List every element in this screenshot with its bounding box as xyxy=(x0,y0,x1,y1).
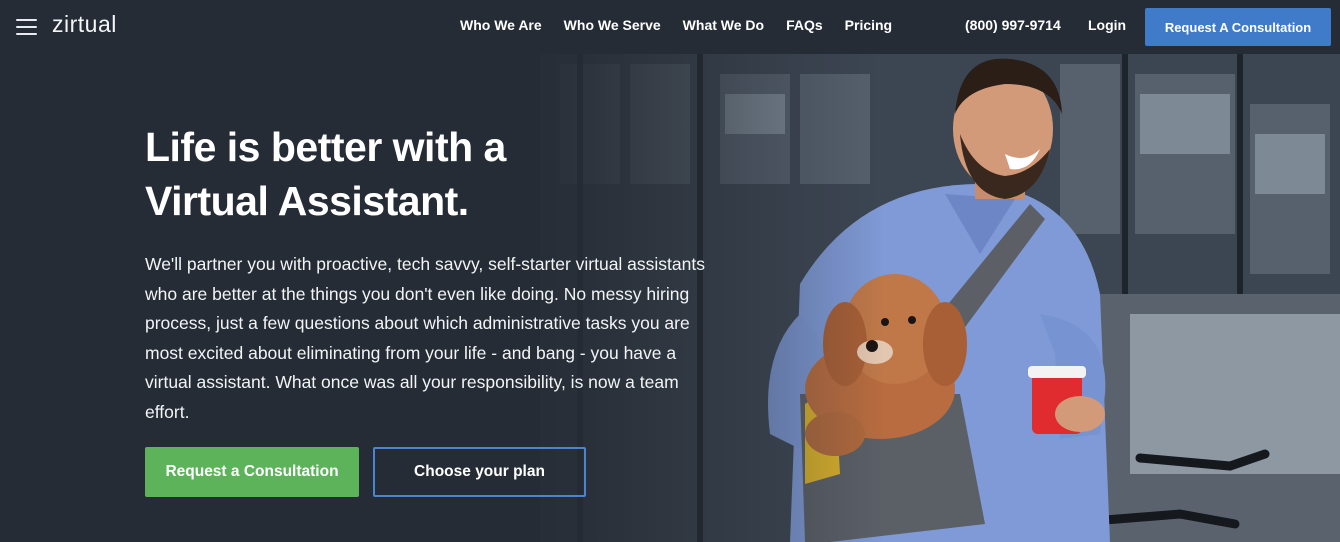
nav-link-faqs[interactable]: FAQs xyxy=(786,17,823,33)
zirtual-logo[interactable]: zirtual xyxy=(52,11,117,38)
request-consultation-button[interactable]: Request a Consultation xyxy=(145,447,359,497)
phone-number[interactable]: (800) 997-9714 xyxy=(965,17,1061,33)
nav-link-who-we-serve[interactable]: Who We Serve xyxy=(564,17,661,33)
hero-description: We'll partner you with proactive, tech s… xyxy=(145,254,705,422)
nav-link-pricing[interactable]: Pricing xyxy=(845,17,892,33)
login-link[interactable]: Login xyxy=(1088,17,1126,33)
hamburger-menu-icon[interactable] xyxy=(16,19,37,35)
nav-link-who-we-are[interactable]: Who We Are xyxy=(460,17,542,33)
request-consultation-nav-button[interactable]: Request A Consultation xyxy=(1145,8,1331,46)
hero-headline: Life is better with a Virtual Assistant. xyxy=(145,124,506,224)
hero-content: Life is better with a Virtual Assistant.… xyxy=(145,120,705,427)
choose-your-plan-button[interactable]: Choose your plan xyxy=(373,447,586,497)
nav-link-what-we-do[interactable]: What We Do xyxy=(683,17,764,33)
top-navigation: zirtual Who We Are Who We Serve What We … xyxy=(0,0,1340,54)
main-nav: Who We Are Who We Serve What We Do FAQs … xyxy=(460,17,914,33)
